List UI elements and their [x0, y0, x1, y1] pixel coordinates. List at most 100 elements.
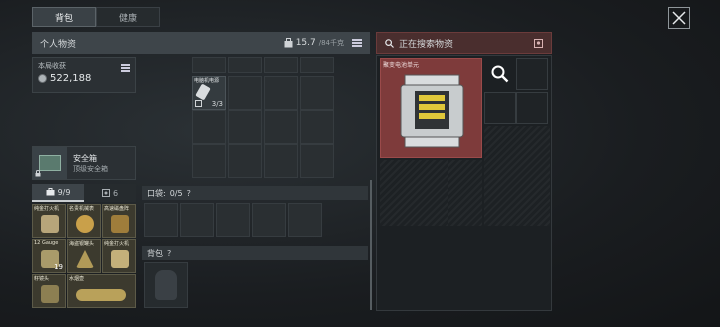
safe-contents-count: 9/9 [57, 187, 71, 197]
pocket-label: 口袋: [147, 188, 166, 198]
backpack-help-icon[interactable]: ? [167, 249, 171, 258]
inventory-cell[interactable] [264, 57, 298, 73]
backpack-silhouette-icon [155, 270, 177, 300]
coin-icon [38, 74, 47, 83]
safe-item[interactable]: 水烟壶 [67, 274, 136, 308]
safe-box-text: 安全箱 顶级安全箱 [67, 153, 108, 174]
inspect-button[interactable] [484, 58, 516, 90]
inventory-cell[interactable] [300, 144, 334, 178]
item-count: 19 [54, 263, 63, 271]
safe-tabs: 9/9 6 [32, 184, 136, 202]
pocket-slot[interactable] [144, 203, 178, 237]
item-name: 电脑机电源 [194, 78, 220, 84]
inventory-cell[interactable] [228, 57, 262, 73]
safe-item[interactable]: 纯金打火机 [102, 239, 136, 273]
search-cell[interactable] [484, 92, 516, 124]
search-cell[interactable] [516, 58, 548, 90]
scrollbar[interactable] [370, 180, 372, 310]
income-label: 本局收获 [38, 62, 66, 70]
battery-icon [195, 83, 211, 101]
safe-item-grid: 纯金打火机 名贵机械表 高速磁盘阵 12 Gauge 19 海盗银罐头 纯金打火机… [32, 204, 136, 308]
personal-items-title: 个人物资 [40, 39, 77, 50]
weight-icon [284, 38, 293, 48]
tab-backpack[interactable]: 背包 [32, 7, 96, 27]
locked-area [448, 160, 482, 226]
income-value: 522,188 [50, 73, 92, 84]
weight-value: 15.7 [295, 38, 316, 48]
lock-icon [35, 170, 41, 177]
pocket-header: 口袋: 0/5 ? [142, 186, 368, 200]
pocket-slot[interactable] [180, 203, 214, 237]
backpack-slot[interactable] [144, 262, 188, 308]
personal-items-header: 个人物资 15.7/84千克 [32, 32, 370, 54]
inventory-cell[interactable] [192, 110, 226, 144]
inventory-cell[interactable] [228, 144, 262, 178]
top-tabs: 背包 健康 [32, 7, 160, 27]
pocket-count: 0/5 [169, 188, 183, 198]
safe-item[interactable]: 名贵机械表 [67, 204, 101, 238]
unlock-icon [195, 100, 202, 107]
safe-item[interactable]: 高速磁盘阵 [102, 204, 136, 238]
inventory-cell[interactable] [300, 57, 334, 73]
lens-icon [41, 285, 59, 303]
inventory-cell[interactable] [228, 76, 262, 110]
sort-menu-icon[interactable] [352, 39, 362, 47]
close-button[interactable] [668, 7, 690, 29]
safe-box-thumbnail [33, 147, 67, 179]
item-name: 12 Gauge [34, 240, 59, 246]
inventory-cell[interactable] [192, 57, 226, 73]
safe-item[interactable]: 海盗银罐头 [67, 239, 101, 273]
inventory-item-battery[interactable]: 电脑机电源 3/3 [192, 76, 226, 110]
safe-item[interactable]: 12 Gauge 19 [32, 239, 66, 273]
item-name: 纯金打火机 [34, 206, 60, 212]
magnifier-icon [491, 65, 509, 83]
backpack-header: 背包 ? [142, 246, 368, 260]
item-count: 3/3 [211, 100, 223, 108]
close-icon [672, 11, 686, 25]
tab-safe-secondary[interactable]: 6 [84, 184, 136, 202]
item-name: 名贵机械表 [69, 206, 95, 212]
item-name: 高速磁盘阵 [104, 206, 130, 212]
pocket-help-icon[interactable]: ? [187, 189, 191, 198]
lighter-icon [41, 215, 59, 233]
weight-readout: 15.7/84千克 [284, 38, 344, 48]
safe-icon [101, 189, 110, 197]
pocket-slot[interactable] [288, 203, 322, 237]
pocket-slot[interactable] [216, 203, 250, 237]
safe-item[interactable]: 纯金打火机 [32, 204, 66, 238]
backpack-label: 背包 [147, 248, 163, 258]
safe-item[interactable]: 籽镜头 [32, 274, 66, 308]
item-name: 海盗银罐头 [69, 241, 95, 247]
tab-health[interactable]: 健康 [96, 7, 160, 27]
pocket-slot[interactable] [252, 203, 286, 237]
locked-area [484, 126, 550, 226]
safe-box-icon [39, 155, 61, 171]
safe-box-slot[interactable]: 安全箱 顶级安全箱 [32, 146, 136, 180]
inventory-cell[interactable] [264, 76, 298, 110]
fusion-cell-icon [400, 74, 464, 148]
item-name: 水烟壶 [69, 276, 85, 282]
inventory-cell[interactable] [264, 110, 298, 144]
inventory-cell[interactable] [192, 144, 226, 178]
briefcase-icon [46, 188, 55, 196]
searching-header: 正在搜索物资 [376, 32, 552, 54]
item-name: 纯金打火机 [104, 241, 130, 247]
income-menu-icon[interactable] [121, 64, 130, 72]
locked-area [380, 160, 448, 226]
inventory-cell[interactable] [300, 76, 334, 110]
location-icon[interactable] [534, 38, 543, 48]
watch-icon [76, 215, 94, 233]
can-icon [76, 250, 94, 268]
found-item-name: 聚变电池单元 [383, 62, 420, 69]
safe-box-subtitle: 顶级安全箱 [73, 164, 108, 173]
safe-secondary-count: 6 [112, 188, 119, 198]
search-icon [385, 38, 394, 48]
inventory-cell[interactable] [300, 110, 334, 144]
inventory-cell[interactable] [228, 110, 262, 144]
income-value-row: 522,188 [38, 73, 130, 84]
hookah-icon [76, 289, 126, 301]
inventory-cell[interactable] [264, 144, 298, 178]
tab-safe-contents[interactable]: 9/9 [32, 184, 84, 202]
search-cell[interactable] [516, 92, 548, 124]
found-item-fusion-cell[interactable]: 聚变电池单元 [380, 58, 482, 158]
